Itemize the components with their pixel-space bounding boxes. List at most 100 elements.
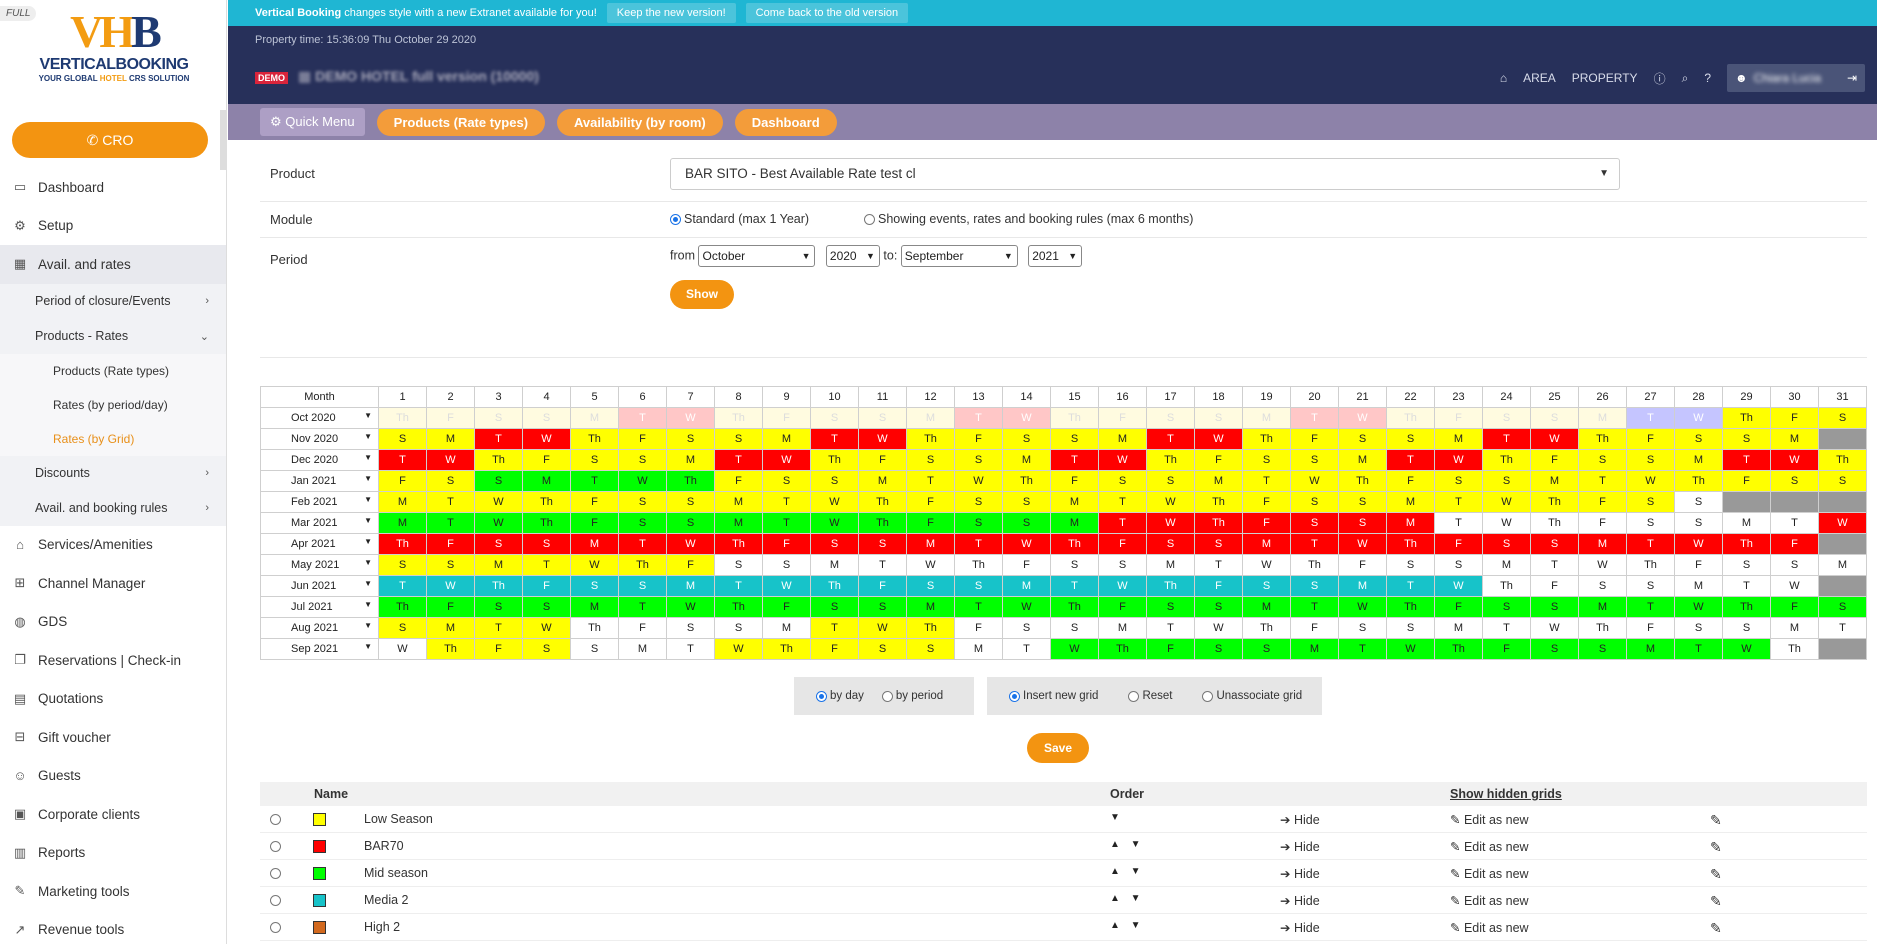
day-cell[interactable]: Th	[954, 554, 1003, 576]
day-cell[interactable]: S	[1626, 512, 1675, 534]
day-cell[interactable]: M	[1194, 470, 1243, 492]
month-cell[interactable]: Sep 2021 ▼	[260, 638, 379, 660]
day-cell[interactable]: F	[1290, 428, 1339, 450]
day-cell[interactable]: S	[1002, 491, 1051, 513]
day-cell[interactable]: S	[954, 491, 1003, 513]
day-cell[interactable]: S	[570, 449, 619, 471]
grid-select-radio[interactable]	[270, 868, 281, 879]
sidebar-item-discounts[interactable]: Discounts ›	[0, 455, 226, 491]
day-cell[interactable]: T	[474, 617, 523, 639]
day-cell[interactable]: T	[1482, 617, 1531, 639]
day-cell[interactable]: W	[1482, 512, 1531, 534]
day-cell[interactable]: M	[570, 533, 619, 555]
day-cell[interactable]: W	[474, 491, 523, 513]
edit-icon[interactable]: ✎	[1710, 893, 1722, 910]
day-cell[interactable]: T	[1098, 512, 1147, 534]
day-cell[interactable]: S	[714, 554, 763, 576]
sidebar-item-channel-manager[interactable]: ⊞ Channel Manager	[0, 564, 226, 603]
day-cell[interactable]: T	[1434, 491, 1483, 513]
day-cell[interactable]: S	[810, 470, 859, 492]
hide-button[interactable]: ➔ Hide	[1280, 839, 1320, 854]
day-cell[interactable]: M	[1578, 407, 1627, 429]
day-cell[interactable]: M	[1002, 575, 1051, 597]
day-cell[interactable]: S	[858, 407, 907, 429]
month-cell[interactable]: Oct 2020 ▼	[260, 407, 379, 429]
day-cell[interactable]: F	[1578, 491, 1627, 513]
day-cell[interactable]: S	[1338, 491, 1387, 513]
day-cell[interactable]: F	[1770, 407, 1819, 429]
day-cell[interactable]: F	[1482, 638, 1531, 660]
day-cell[interactable]: S	[810, 596, 859, 618]
day-cell[interactable]: W	[1674, 533, 1723, 555]
day-cell[interactable]	[1818, 491, 1867, 513]
hide-button[interactable]: ➔ Hide	[1280, 866, 1320, 881]
day-cell[interactable]: S	[810, 407, 859, 429]
day-cell[interactable]: M	[906, 407, 955, 429]
day-cell[interactable]: W	[1770, 449, 1819, 471]
day-cell[interactable]: F	[858, 575, 907, 597]
day-cell[interactable]: T	[426, 512, 475, 534]
sidebar-item-products-rate-types[interactable]: Products (Rate types)	[0, 353, 226, 388]
grid-select-radio[interactable]	[270, 814, 281, 825]
day-cell[interactable]: S	[906, 449, 955, 471]
day-cell[interactable]: Th	[810, 575, 859, 597]
day-cell[interactable]: S	[522, 638, 571, 660]
day-cell[interactable]: W	[1338, 596, 1387, 618]
day-cell[interactable]: T	[378, 449, 427, 471]
to-year-select[interactable]: 2021 ▼	[1028, 245, 1083, 267]
day-cell[interactable]: S	[1578, 638, 1627, 660]
cro-button[interactable]: ✆ CRO	[12, 122, 208, 158]
day-cell[interactable]: F	[474, 638, 523, 660]
day-cell[interactable]: F	[1194, 449, 1243, 471]
day-cell[interactable]: S	[1242, 638, 1291, 660]
day-cell[interactable]: S	[1290, 575, 1339, 597]
day-cell[interactable]: M	[1434, 428, 1483, 450]
save-button[interactable]: Save	[1027, 733, 1089, 763]
day-cell[interactable]: F	[1338, 554, 1387, 576]
day-cell[interactable]: F	[1434, 533, 1483, 555]
day-cell[interactable]: S	[1674, 428, 1723, 450]
day-cell[interactable]: T	[1386, 575, 1435, 597]
day-cell[interactable]: S	[474, 533, 523, 555]
day-cell[interactable]: M	[1578, 533, 1627, 555]
hide-button[interactable]: ➔ Hide	[1280, 812, 1320, 827]
day-cell[interactable]: S	[1290, 512, 1339, 534]
day-cell[interactable]: S	[1770, 470, 1819, 492]
day-cell[interactable]: W	[570, 554, 619, 576]
day-cell[interactable]: Th	[570, 428, 619, 450]
day-cell[interactable]: M	[1242, 407, 1291, 429]
day-cell[interactable]: S	[1386, 617, 1435, 639]
day-cell[interactable]: S	[1002, 617, 1051, 639]
day-cell[interactable]: S	[1674, 617, 1723, 639]
day-cell[interactable]: W	[810, 512, 859, 534]
day-cell[interactable]: S	[1194, 533, 1243, 555]
day-cell[interactable]: T	[1098, 491, 1147, 513]
day-cell[interactable]: W	[1002, 596, 1051, 618]
reset-radio[interactable]: Reset	[1128, 690, 1172, 702]
day-cell[interactable]: M	[1050, 491, 1099, 513]
caret-down-icon[interactable]: ▼	[364, 516, 372, 525]
day-cell[interactable]: T	[1194, 554, 1243, 576]
sidebar-item-products-rates[interactable]: Products - Rates ⌄	[0, 318, 226, 354]
day-cell[interactable]: W	[378, 638, 427, 660]
sidebar-item-gift-voucher[interactable]: ⊟ Gift voucher	[0, 718, 226, 757]
day-cell[interactable]: S	[1530, 638, 1579, 660]
day-cell[interactable]: S	[1818, 470, 1867, 492]
day-cell[interactable]: T	[1818, 617, 1867, 639]
day-cell[interactable]	[1818, 533, 1867, 555]
grid-select-radio[interactable]	[270, 922, 281, 933]
edit-as-new-button[interactable]: ✎ Edit as new	[1450, 812, 1529, 827]
day-cell[interactable]: S	[1194, 638, 1243, 660]
day-cell[interactable]: Th	[1290, 554, 1339, 576]
day-cell[interactable]: Th	[1482, 575, 1531, 597]
day-cell[interactable]: S	[906, 575, 955, 597]
day-cell[interactable]: W	[1770, 575, 1819, 597]
vertical-booking-logo[interactable]: VHB VERTICALBOOKING YOUR GLOBAL HOTEL CR…	[24, 8, 204, 90]
day-cell[interactable]: M	[1098, 617, 1147, 639]
day-cell[interactable]: M	[1434, 617, 1483, 639]
day-cell[interactable]: Th	[906, 617, 955, 639]
day-cell[interactable]: Th	[378, 596, 427, 618]
month-cell[interactable]: Jul 2021 ▼	[260, 596, 379, 618]
day-cell[interactable]: M	[1482, 554, 1531, 576]
to-month-select[interactable]: September ▼	[900, 245, 1018, 267]
